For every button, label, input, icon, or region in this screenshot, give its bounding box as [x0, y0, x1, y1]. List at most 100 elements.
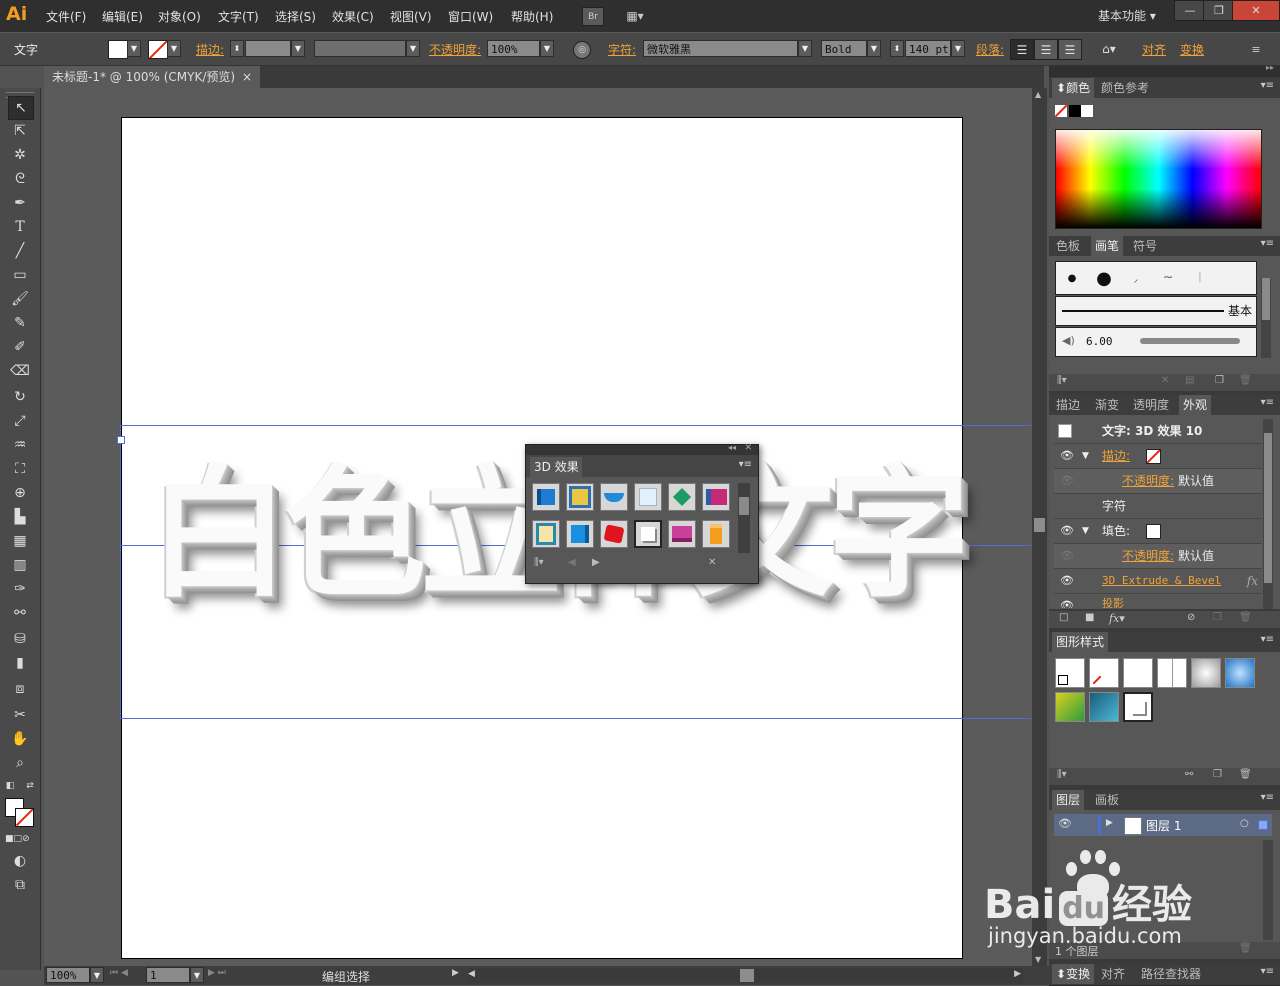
font-family-field[interactable]: 微软雅黑 — [643, 40, 798, 57]
paragraph-label[interactable]: 段落: — [976, 41, 1004, 58]
scroll-left-icon[interactable]: ◀ — [468, 969, 475, 979]
tab-align[interactable]: 对齐 — [1097, 964, 1129, 984]
graphic-style-split[interactable] — [1157, 658, 1187, 688]
vertical-scrollbar[interactable]: ▲ ▼ — [1032, 88, 1047, 966]
3d-style-red-shape[interactable] — [600, 520, 628, 548]
3d-style-orange-box[interactable] — [702, 520, 730, 548]
stroke-none-swatch[interactable] — [148, 40, 168, 59]
font-style-dropdown[interactable]: ▼ — [867, 40, 881, 57]
brush-options-icon[interactable]: ▤ — [1185, 375, 1194, 386]
tab-transparency[interactable]: 透明度 — [1129, 395, 1173, 415]
3d-style-blue-cube[interactable] — [532, 483, 560, 511]
tab-gradient[interactable]: 渐变 — [1091, 395, 1123, 415]
brush-tips-row[interactable]: ● ● ⸝ ⁓ │ — [1055, 261, 1257, 295]
type-tool-icon[interactable]: T — [8, 216, 32, 238]
restore-button[interactable]: ❐ — [1203, 0, 1235, 21]
bottom-panel-menu-icon[interactable]: ▾≡ — [1261, 966, 1274, 977]
stroke-none-chip[interactable] — [1146, 449, 1161, 464]
brush-library-menu-icon[interactable]: ⫼▾ — [1057, 375, 1067, 386]
tab-graphic-styles[interactable]: 图形样式 — [1052, 632, 1109, 652]
add-effect-icon[interactable]: fx▾ — [1109, 612, 1125, 625]
tab-appearance[interactable]: 外观 — [1179, 395, 1212, 415]
expand-arrow-icon[interactable]: ▼ — [1082, 444, 1089, 468]
artboard-number-field[interactable]: 1 — [146, 967, 190, 983]
3d-panel-titlebar[interactable]: ◂◂ ✕ — [526, 443, 758, 455]
clear-appearance-icon[interactable]: ⊘ — [1187, 612, 1195, 623]
color-panel-menu-icon[interactable]: ▾≡ — [1261, 80, 1274, 91]
transform-link[interactable]: 变换 — [1180, 41, 1204, 58]
visibility-eye-icon[interactable]: 👁 — [1060, 569, 1074, 593]
column-graph-tool-icon[interactable]: ▮ — [8, 652, 32, 674]
close-window-button[interactable]: ✕ — [1232, 0, 1280, 21]
zoom-tool-icon[interactable]: ⌕ — [8, 752, 32, 774]
visibility-eye-icon[interactable]: 👁 — [1060, 444, 1074, 468]
3d-panel-menu-icon[interactable]: ▾≡ — [739, 459, 752, 470]
graphic-style-white[interactable] — [1123, 658, 1153, 688]
scale-tool-icon[interactable]: ⤢ — [8, 410, 32, 432]
appearance-fill-opacity-row[interactable]: 👁 不透明度: 默认值 — [1054, 544, 1262, 569]
font-size-stepper[interactable]: ⬍ — [890, 40, 904, 57]
graphic-style-gray-glow[interactable] — [1191, 658, 1221, 688]
3d-panel-scrollbar[interactable] — [738, 483, 750, 553]
stroke-row-label[interactable]: 描边: — [1102, 444, 1130, 468]
fill-white-chip[interactable] — [1146, 524, 1161, 539]
tab-brushes[interactable]: 画笔 — [1091, 236, 1124, 256]
perspective-grid-tool-icon[interactable]: ▙ — [8, 506, 32, 528]
delete-graphic-style-icon[interactable]: 🗑 — [1239, 769, 1252, 780]
fill-opacity-label[interactable]: 不透明度: — [1122, 544, 1174, 568]
tab-color[interactable]: ⬍颜色 — [1052, 78, 1095, 98]
magic-wand-tool-icon[interactable]: ✲ — [8, 144, 32, 166]
appearance-fill-row[interactable]: 👁 ▼ 填色: — [1054, 519, 1262, 544]
menu-window[interactable]: 窗口(W) — [448, 8, 493, 25]
opacity-field[interactable]: 100% — [487, 40, 540, 57]
remove-brush-stroke-icon[interactable]: ✕ — [1161, 375, 1169, 386]
3d-panel-tab[interactable]: 3D 效果 — [530, 457, 582, 477]
dock-collapse-icon[interactable]: ▸▸ — [1266, 63, 1274, 72]
tab-layers[interactable]: 图层 — [1052, 790, 1085, 810]
appearance-panel-menu-icon[interactable]: ▾≡ — [1261, 397, 1274, 408]
shape-builder-tool-icon[interactable]: ⊕ — [8, 482, 32, 504]
collapse-panel-icon[interactable]: ◂◂ — [728, 443, 736, 452]
line-tool-icon[interactable]: ╱ — [8, 240, 32, 262]
artboard-tool-icon[interactable]: ⧈ — [8, 678, 32, 700]
layer-name[interactable]: 图层 1 — [1146, 817, 1181, 834]
menu-help[interactable]: 帮助(H) — [511, 8, 553, 25]
hand-tool-icon[interactable]: ✋ — [8, 728, 32, 750]
rotate-tool-icon[interactable]: ↻ — [8, 386, 32, 408]
arrange-documents-icon[interactable]: ▦▾ — [620, 7, 650, 24]
tab-stroke[interactable]: 描边 — [1052, 395, 1084, 415]
minimize-button[interactable]: — — [1174, 0, 1206, 21]
new-graphic-style-icon[interactable]: ❐ — [1213, 769, 1222, 780]
vertical-scroll-thumb[interactable] — [1034, 518, 1045, 532]
layer-expand-icon[interactable]: ▶ — [1106, 818, 1113, 828]
font-style-field[interactable]: Bold — [821, 40, 867, 57]
visibility-eye-icon[interactable]: 👁 — [1060, 544, 1074, 568]
delete-brush-icon[interactable]: 🗑 — [1239, 375, 1252, 386]
artboard-dropdown[interactable]: ▼ — [190, 967, 204, 983]
bridge-button[interactable]: Br — [582, 7, 604, 26]
fill-swatch[interactable] — [108, 40, 128, 59]
align-right-icon[interactable]: ☰ — [1058, 39, 1082, 60]
horizontal-scrollbar[interactable]: ◀ ▶ — [468, 968, 1023, 983]
close-panel-icon[interactable]: ✕ — [744, 443, 752, 453]
appearance-3d-effect-row[interactable]: 👁 3D Extrude & Bevel fx — [1054, 569, 1262, 594]
brushes-panel-menu-icon[interactable]: ▾≡ — [1261, 238, 1274, 249]
layer-row[interactable]: 👁 ▶ 图层 1 ○ — [1054, 814, 1272, 836]
3d-style-yellow-frame[interactable] — [566, 483, 594, 511]
layer-selection-indicator[interactable] — [1258, 820, 1268, 830]
align-center-icon[interactable]: ☰ — [1034, 39, 1058, 60]
graphic-styles-menu-icon[interactable]: ▾≡ — [1261, 634, 1274, 645]
effect-shadow-link[interactable]: 投影 — [1102, 594, 1124, 608]
menu-edit[interactable]: 编辑(E) — [102, 8, 143, 25]
add-fill-icon[interactable]: ■ — [1085, 612, 1094, 623]
eraser-tool-icon[interactable]: ⌫ — [8, 360, 32, 382]
tab-symbols[interactable]: 符号 — [1129, 236, 1161, 256]
direct-selection-tool-icon[interactable]: ⇱ — [8, 120, 32, 142]
stroke-weight-dropdown[interactable]: ▼ — [291, 40, 305, 57]
first-artboard-icon[interactable]: ⏮ ◀ — [110, 968, 128, 978]
black-color-chip[interactable] — [1069, 105, 1081, 117]
screen-mode-icon[interactable]: ⧉ — [8, 874, 32, 896]
style-library-icon[interactable]: ⫼▾ — [1057, 769, 1067, 780]
pencil-tool-icon[interactable]: ✎ — [8, 312, 32, 334]
3d-style-magenta-cube[interactable] — [702, 483, 730, 511]
